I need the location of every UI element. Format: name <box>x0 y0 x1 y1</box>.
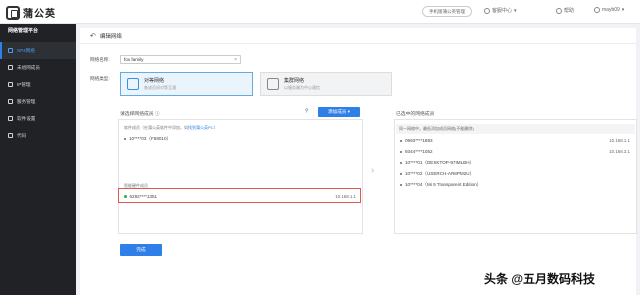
list-item[interactable]: 9344****1052 <box>400 149 433 154</box>
list-item[interactable]: 10****04（Mi 9 Transparent Edition） <box>400 182 481 188</box>
ip-icon <box>8 82 13 87</box>
status-dot-icon <box>400 184 402 186</box>
user-menu[interactable]: mayb09 ▾ <box>594 7 624 13</box>
service-center-link[interactable]: 客服中心 ▾ <box>484 7 517 14</box>
user-icon <box>594 7 600 13</box>
logo-icon <box>6 5 20 20</box>
software-icon <box>8 116 13 121</box>
help-icon <box>556 7 562 14</box>
help-link[interactable]: 帮助 <box>556 7 574 14</box>
software-members-header: 软件成员（在蒲公英软件中添加，如找到蒲公英PC） <box>124 125 218 131</box>
chevron-right-icon: › <box>371 165 375 176</box>
peer-network-icon <box>127 78 139 90</box>
sidebar-item-label: IP管理 <box>17 81 31 87</box>
headset-icon <box>484 7 490 14</box>
member-name: 6292****1351 <box>129 194 158 199</box>
sidebar-item-code[interactable]: 代码 <box>0 127 76 144</box>
clear-icon[interactable]: × <box>234 57 237 63</box>
sidebar-item-label: 代码 <box>17 132 27 138</box>
member-name: 9344****1052 <box>405 149 433 154</box>
type-peer-network[interactable]: 对等网络 各成员间对等互通 <box>120 72 253 96</box>
network-name-input[interactable]: fox family × <box>120 55 241 64</box>
type-desc: 各成员间对等互通 <box>144 85 176 90</box>
top-bar: 蒲公英 手机版蒲公英管理 客服中心 ▾ 帮助 mayb09 ▾ <box>0 0 640 24</box>
brand-logo[interactable]: 蒲公英 <box>6 5 56 20</box>
sidebar-item-label: 软件设置 <box>17 115 36 121</box>
done-button[interactable]: 完成 <box>120 244 162 256</box>
username: mayb09 <box>602 7 620 13</box>
find-pc-link[interactable]: 找到蒲公英PC <box>188 125 214 130</box>
status-dot-icon <box>400 173 402 175</box>
member-name: 10****02（USERCH-AR8PM2U） <box>405 171 475 176</box>
platform-title: 网络管理平台 <box>8 28 39 34</box>
type-cluster-network[interactable]: 集群网络 以服务端为中心通信 <box>260 72 392 96</box>
list-item[interactable]: 10****01（DESKTOP-97IMLBH） <box>400 160 474 166</box>
sidebar-menu: SP4网络 未组网成员 IP管理 服务管理 软件设置 代码 <box>0 42 76 144</box>
member-icon <box>8 65 13 70</box>
code-icon <box>8 133 13 138</box>
chevron-down-icon: ▾ <box>514 7 517 14</box>
type-desc: 以服务端为中心通信 <box>284 85 320 90</box>
page-title: 编辑网络 <box>99 33 122 40</box>
sidebar-item-unjoined-members[interactable]: 未组网成员 <box>0 59 76 76</box>
sidebar-item-sp4-network[interactable]: SP4网络 <box>0 42 76 59</box>
member-name: 10****04（Mi 9 Transparent Edition） <box>405 182 482 187</box>
sidebar-item-software-settings[interactable]: 软件设置 <box>0 110 76 127</box>
sidebar-item-label: 未组网成员 <box>17 64 40 70</box>
service-icon <box>8 99 13 104</box>
back-icon[interactable]: ↶ <box>90 32 96 40</box>
member-name: 10****03（F58010） <box>129 136 172 141</box>
software-header-end: ） <box>213 125 218 130</box>
status-dot-icon <box>400 139 402 142</box>
sidebar-item-label: SP4网络 <box>17 47 35 53</box>
page-header: ↶ 编辑网络 <box>80 28 636 44</box>
add-member-button[interactable]: 添加成员 ▾ <box>318 107 360 117</box>
status-dot-icon <box>124 138 126 140</box>
main-panel: ↶ 编辑网络 网络名称: fox family × 网络类型: 对等网络 各成员… <box>80 28 637 295</box>
sidebar-item-service-manage[interactable]: 服务管理 <box>0 93 76 110</box>
member-name: 0993****1893 <box>405 138 433 143</box>
list-item[interactable]: 10****03（F58010） <box>124 136 171 142</box>
online-dot-icon <box>124 195 127 198</box>
help-label: 帮助 <box>564 8 575 14</box>
network-icon <box>8 48 13 53</box>
network-type-label: 网络类型: <box>90 76 110 81</box>
member-ip: 10.168.1.1 <box>609 138 630 143</box>
right-panel-note: 同一网络中，最低添加成员网络(不能删除) <box>396 124 635 134</box>
sidebar-item-ip-manage[interactable]: IP管理 <box>0 76 76 93</box>
member-name: 10****01（DESKTOP-97IMLBH） <box>405 160 475 165</box>
type-title: 对等网络 <box>144 78 165 84</box>
search-icon[interactable]: ⚲ <box>305 108 313 115</box>
list-item[interactable]: 6292****1351 <box>124 194 157 199</box>
brand-name: 蒲公英 <box>23 9 56 20</box>
chevron-down-icon: ▾ <box>621 7 625 13</box>
list-item[interactable]: 10****02（USERCH-AR8PM2U） <box>400 171 474 177</box>
service-center-label: 客服中心 <box>492 8 513 14</box>
status-dot-icon <box>400 150 402 153</box>
type-title: 集群网络 <box>284 78 305 84</box>
right-panel-title: 已选中的网络成员 <box>396 112 435 117</box>
watermark-text: 头条 @五月数码科技 <box>484 272 596 286</box>
member-ip: 10.168.1.1 <box>335 194 356 199</box>
software-header-text: 软件成员（在蒲公英软件中添加，如 <box>124 125 188 130</box>
mobile-admin-button[interactable]: 手机版蒲公英管理 <box>422 6 472 17</box>
sidebar-item-label: 服务管理 <box>17 98 36 104</box>
network-name-value: fox family <box>124 57 144 62</box>
left-panel-title: 请选择网络成员 ⓘ <box>120 112 160 117</box>
status-dot-icon <box>400 162 402 164</box>
sidebar: 网络管理平台 SP4网络 未组网成员 IP管理 服务管理 软件设置 代码 <box>0 24 76 295</box>
member-ip: 10.168.3.1 <box>609 149 630 154</box>
cluster-network-icon <box>267 78 279 90</box>
list-item[interactable]: 0993****1893 <box>400 138 433 143</box>
network-name-label: 网络名称: <box>90 57 110 62</box>
